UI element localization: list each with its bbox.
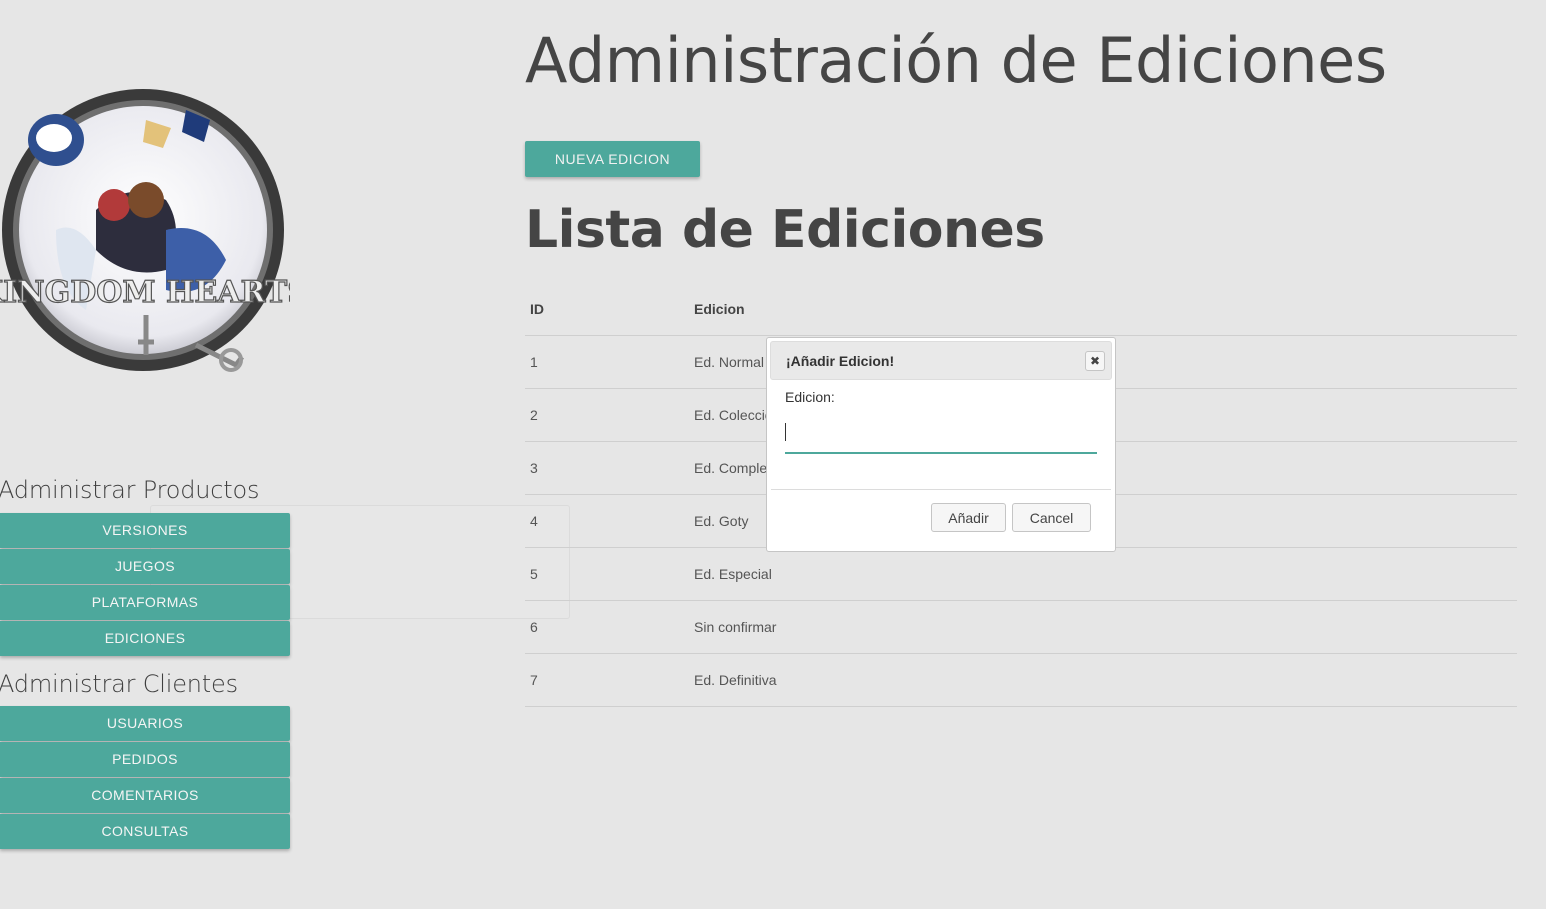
cell-edicion: Sin confirmar — [689, 600, 1517, 654]
products-menu: VERSIONES JUEGOS PLATAFORMAS EDICIONES — [0, 513, 290, 657]
column-header-id: ID — [525, 282, 689, 336]
cancel-button[interactable]: Cancel — [1012, 503, 1091, 532]
kingdom-hearts-logo: KINGDOM HEARTS — [0, 80, 310, 380]
dialog-divider — [771, 489, 1111, 490]
cell-id: 3 — [525, 441, 689, 495]
svg-text:KINGDOM HEARTS: KINGDOM HEARTS — [0, 275, 290, 310]
dialog-titlebar[interactable]: ¡Añadir Edicion! ✖ — [770, 341, 1112, 380]
edicion-input[interactable] — [785, 418, 1097, 454]
page-title: Administración de Ediciones — [525, 24, 1387, 97]
cell-id: 5 — [525, 547, 689, 601]
juegos-button[interactable]: JUEGOS — [0, 549, 290, 584]
usuarios-button[interactable]: USUARIOS — [0, 706, 290, 741]
new-edition-button[interactable]: NUEVA EDICION — [525, 141, 700, 177]
cell-id: 2 — [525, 388, 689, 442]
clients-menu: USUARIOS PEDIDOS COMENTARIOS CONSULTAS — [0, 706, 290, 850]
text-caret — [785, 423, 786, 441]
table-header-row: ID Edicion — [525, 282, 1517, 336]
dialog-title: ¡Añadir Edicion! — [786, 353, 895, 369]
ediciones-button[interactable]: EDICIONES — [0, 621, 290, 656]
cell-edicion: Ed. Definitiva — [689, 653, 1517, 707]
cell-id: 6 — [525, 600, 689, 654]
add-edition-dialog: ¡Añadir Edicion! ✖ Edicion: Añadir Cance… — [766, 337, 1116, 552]
cell-id: 7 — [525, 653, 689, 707]
consultas-button[interactable]: CONSULTAS — [0, 814, 290, 849]
edicion-field-label: Edicion: — [785, 389, 835, 405]
add-button[interactable]: Añadir — [931, 503, 1006, 532]
close-icon[interactable]: ✖ — [1085, 351, 1105, 371]
table-row: 6 Sin confirmar — [525, 600, 1517, 654]
column-header-edicion: Edicion — [689, 282, 1517, 336]
table-row: 7 Ed. Definitiva — [525, 653, 1517, 707]
cell-id: 4 — [525, 494, 689, 548]
products-section-title: Administrar Productos — [0, 476, 260, 504]
list-title: Lista de Ediciones — [525, 200, 1045, 260]
plataformas-button[interactable]: PLATAFORMAS — [0, 585, 290, 620]
versiones-button[interactable]: VERSIONES — [0, 513, 290, 548]
cell-edicion: Ed. Especial — [689, 547, 1517, 601]
cell-id: 1 — [525, 335, 689, 389]
pedidos-button[interactable]: PEDIDOS — [0, 742, 290, 777]
table-row: 5 Ed. Especial — [525, 547, 1517, 601]
clients-section-title: Administrar Clientes — [0, 670, 238, 698]
comentarios-button[interactable]: COMENTARIOS — [0, 778, 290, 813]
